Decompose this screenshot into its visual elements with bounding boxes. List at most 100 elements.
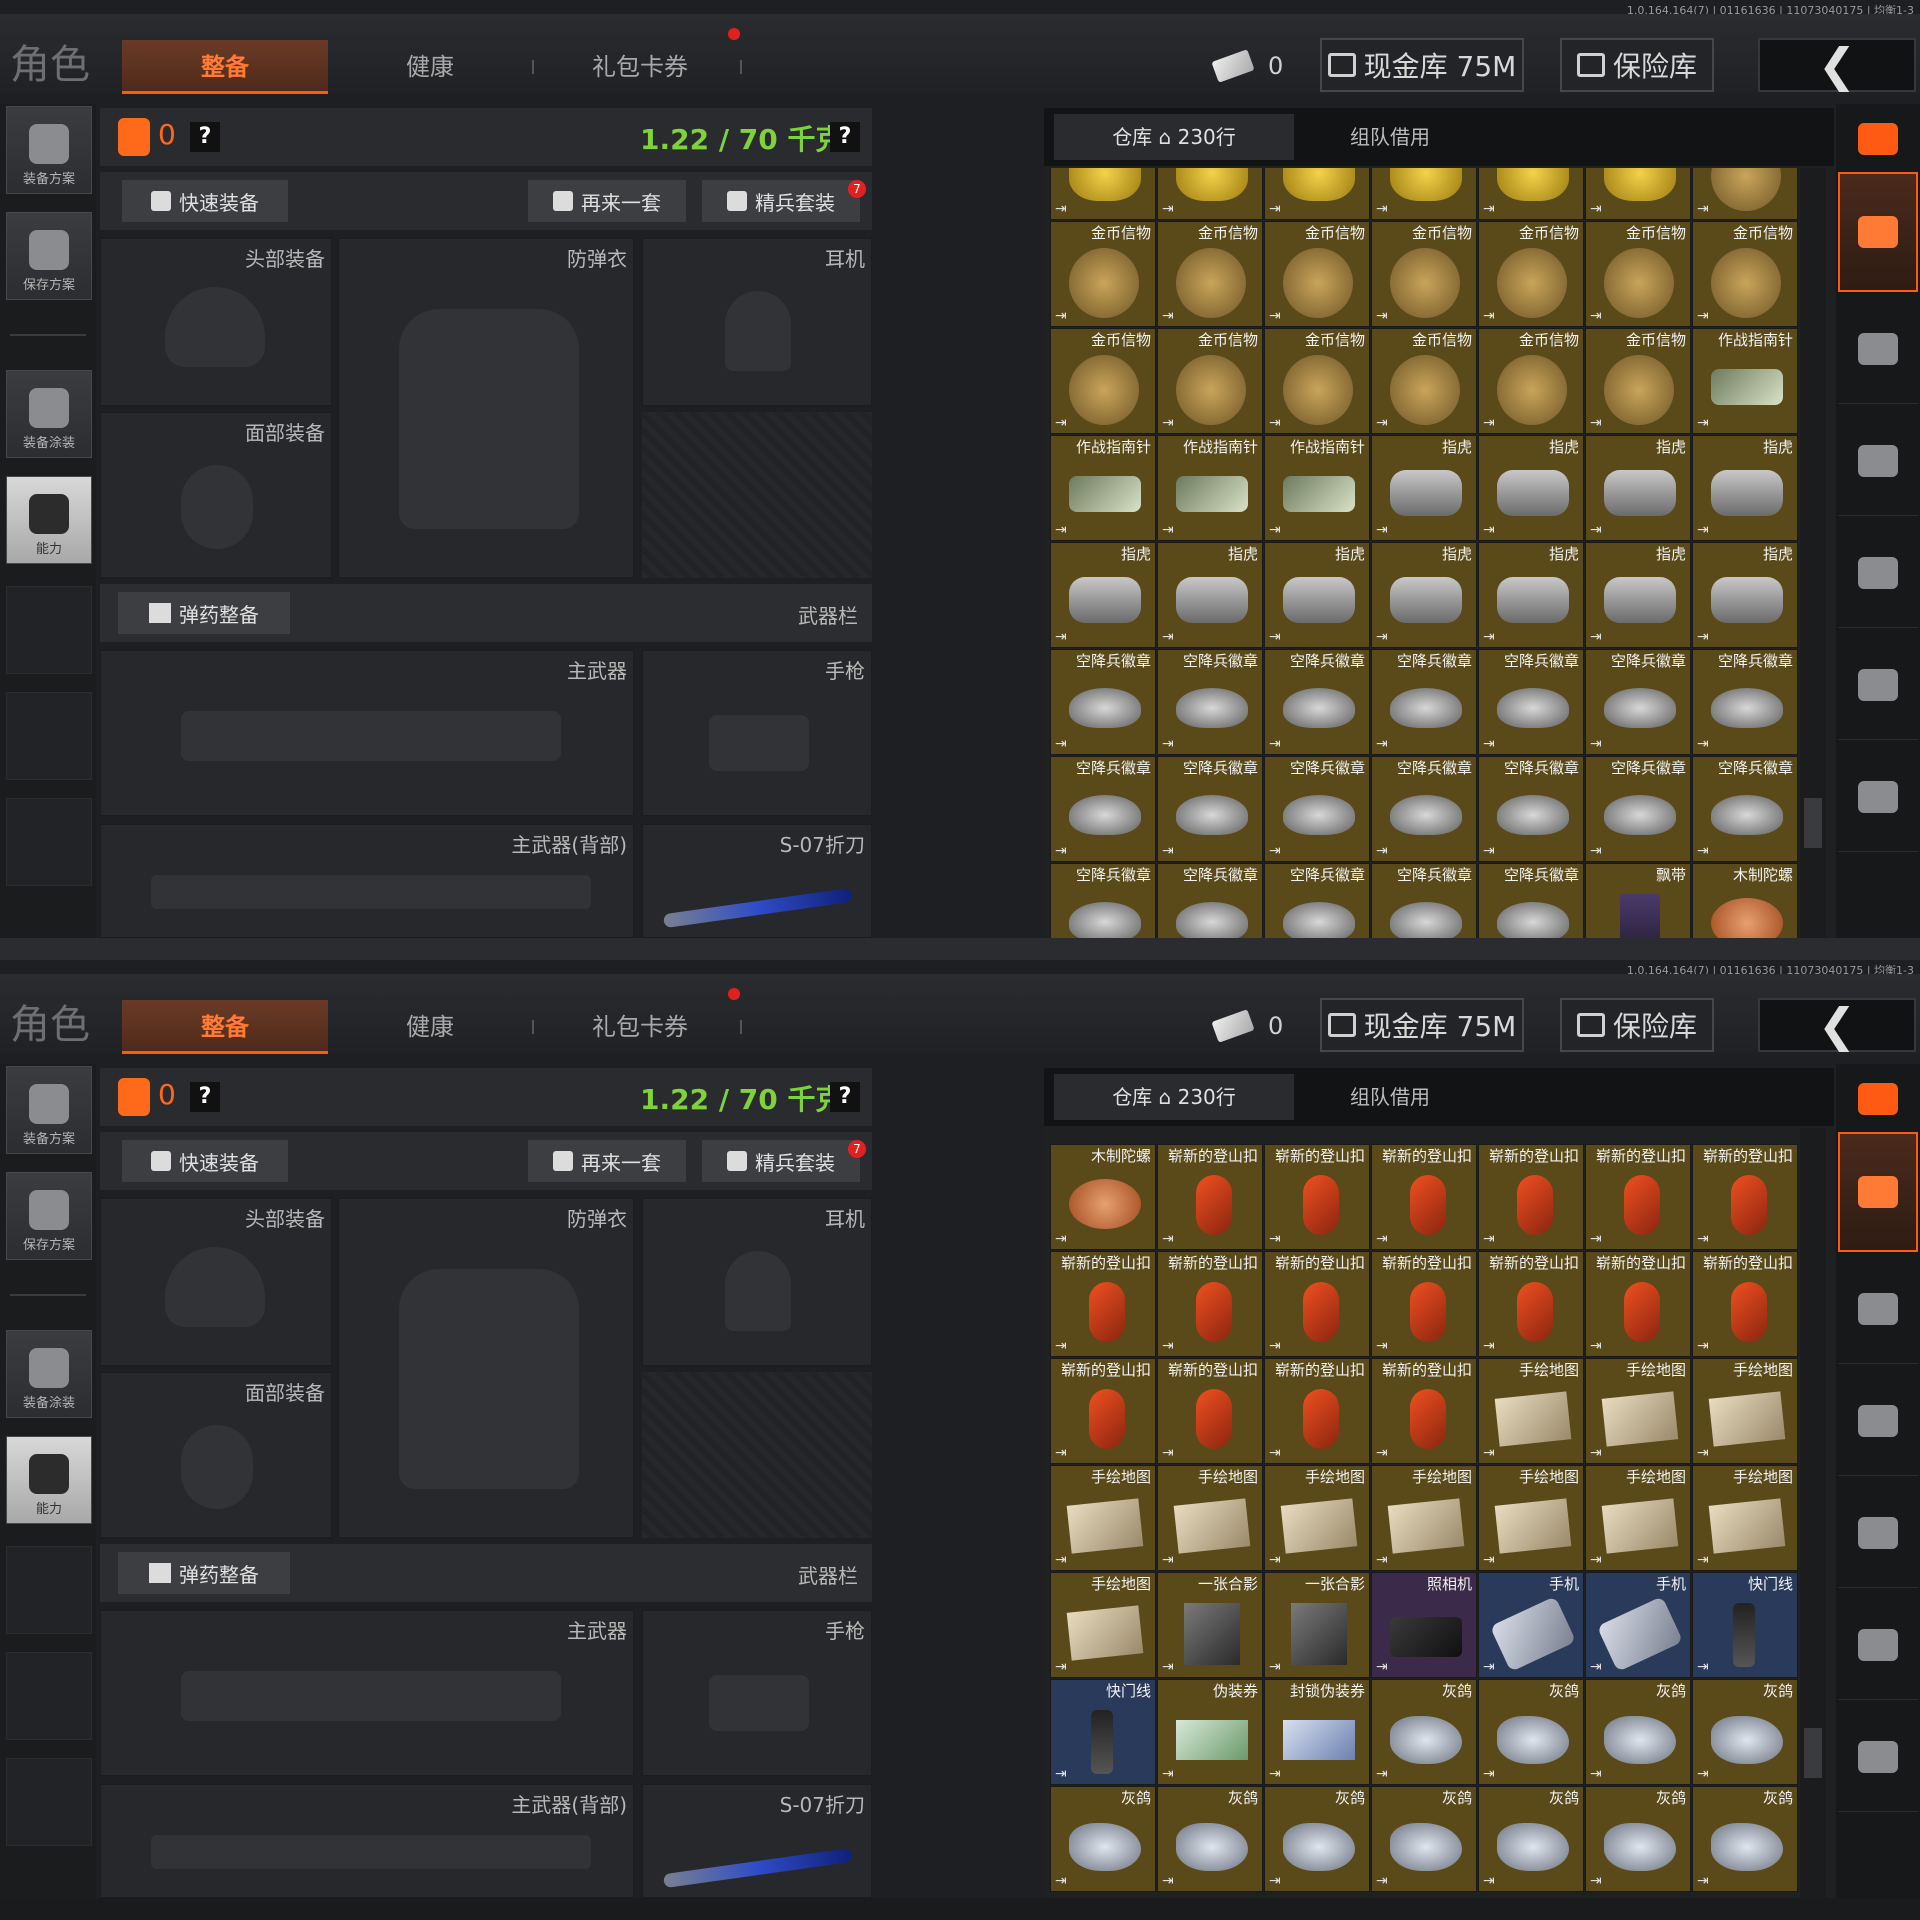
help-icon[interactable]: ? — [190, 1082, 220, 1112]
inventory-item[interactable]: 手绘地图 ⇥ — [1157, 1465, 1263, 1571]
inventory-item[interactable]: ⇥ — [1157, 168, 1263, 220]
inventory-item[interactable]: 指虎 ⇥ — [1478, 435, 1584, 541]
inventory-item[interactable]: 金币信物 ⇥ — [1050, 221, 1156, 327]
inventory-item[interactable]: 空降兵徽章 ⇥ — [1157, 649, 1263, 755]
inventory-item[interactable]: ⇥ — [1585, 168, 1691, 220]
inventory-item[interactable]: 崭新的登山扣 ⇥ — [1692, 1251, 1798, 1357]
melee-slot[interactable]: S-07折刀 — [642, 824, 872, 938]
inventory-item[interactable]: 空降兵徽章 ⇥ — [1692, 649, 1798, 755]
inventory-item[interactable]: 灰鸽 ⇥ — [1585, 1786, 1691, 1892]
face-gear-slot[interactable]: 面部装备 — [100, 1372, 332, 1538]
sidebar-item-skin[interactable]: 装备涂装 — [6, 370, 92, 458]
inventory-item[interactable]: 指虎 ⇥ — [1264, 542, 1370, 648]
vest-slot[interactable]: 防弹衣 — [338, 238, 634, 578]
inventory-item[interactable]: ⇥ — [1371, 168, 1477, 220]
inventory-item[interactable]: 灰鸽 ⇥ — [1371, 1679, 1477, 1785]
inventory-item[interactable]: 作战指南针 ⇥ — [1050, 435, 1156, 541]
inventory-item[interactable]: 金币信物 ⇥ — [1478, 328, 1584, 434]
inventory-item[interactable]: 金币信物 ⇥ — [1050, 328, 1156, 434]
inventory-item[interactable]: 金币信物 ⇥ — [1264, 221, 1370, 327]
face-gear-slot[interactable]: 面部装备 — [100, 412, 332, 578]
inventory-item[interactable]: 木制陀螺 ⇥ — [1050, 1144, 1156, 1250]
sidebar-item-ability[interactable]: 能力 — [6, 1436, 92, 1524]
inventory-item[interactable]: 作战指南针 ⇥ — [1692, 328, 1798, 434]
inventory-item[interactable]: 金币信物 ⇥ — [1478, 221, 1584, 327]
melee-slot[interactable]: S-07折刀 — [642, 1784, 872, 1898]
inventory-item[interactable]: 崭新的登山扣 ⇥ — [1585, 1144, 1691, 1250]
inventory-scrollbar[interactable] — [1800, 1128, 1826, 1898]
tab-health[interactable]: 健康 — [360, 1000, 500, 1054]
filter-vest-button[interactable] — [1838, 1702, 1918, 1812]
head-gear-slot[interactable]: 头部装备 — [100, 1198, 332, 1366]
filter-helmet-button[interactable] — [1838, 294, 1918, 404]
inventory-item[interactable]: 手绘地图 ⇥ — [1264, 1465, 1370, 1571]
tab-equip[interactable]: 整备 — [122, 1000, 328, 1054]
sidebar-item-loadout-plan[interactable]: 装备方案 — [6, 1066, 92, 1154]
inventory-item[interactable]: 崭新的登山扣 ⇥ — [1692, 1144, 1798, 1250]
sidebar-item-ability[interactable]: 能力 — [6, 476, 92, 564]
inventory-item[interactable]: 指虎 ⇥ — [1371, 435, 1477, 541]
ticket-counter[interactable]: 0 — [1211, 38, 1283, 94]
inventory-item[interactable]: 空降兵徽章 ⇥ — [1692, 756, 1798, 862]
elite-set-button[interactable]: 精兵套装 — [702, 180, 860, 222]
inventory-item[interactable]: 指虎 ⇥ — [1371, 542, 1477, 648]
sidebar-item-save-plan[interactable]: 保存方案 — [6, 212, 92, 300]
inventory-item[interactable]: 作战指南针 ⇥ — [1157, 435, 1263, 541]
inventory-item[interactable]: 手绘地图 ⇥ — [1478, 1465, 1584, 1571]
scroll-thumb[interactable] — [1804, 1728, 1822, 1778]
inventory-item[interactable]: 崭新的登山扣 ⇥ — [1050, 1358, 1156, 1464]
filter-stack-button[interactable] — [1838, 1132, 1918, 1252]
tab-gift-cards[interactable]: 礼包卡券 — [560, 1000, 720, 1054]
inventory-item[interactable]: 金币信物 ⇥ — [1585, 328, 1691, 434]
inventory-item[interactable]: 指虎 ⇥ — [1478, 542, 1584, 648]
inventory-item[interactable]: 金币信物 ⇥ — [1692, 221, 1798, 327]
inventory-item[interactable]: 照相机 ⇥ — [1371, 1572, 1477, 1678]
inventory-item[interactable]: 指虎 ⇥ — [1050, 542, 1156, 648]
inventory-item[interactable]: 灰鸽 ⇥ — [1478, 1786, 1584, 1892]
inventory-item[interactable]: 指虎 ⇥ — [1692, 542, 1798, 648]
inventory-item[interactable]: 快门线 ⇥ — [1050, 1679, 1156, 1785]
inventory-item[interactable]: 手绘地图 ⇥ — [1371, 1465, 1477, 1571]
inventory-item[interactable]: ⇥ — [1478, 168, 1584, 220]
primary-weapon-slot[interactable]: 主武器 — [100, 1610, 634, 1776]
inventory-item[interactable]: 灰鸽 ⇥ — [1050, 1786, 1156, 1892]
sidebar-item-save-plan[interactable]: 保存方案 — [6, 1172, 92, 1260]
inventory-item[interactable]: 手绘地图 ⇥ — [1050, 1572, 1156, 1678]
inventory-item[interactable]: 手机 ⇥ — [1478, 1572, 1584, 1678]
inventory-item[interactable]: 指虎 ⇥ — [1692, 435, 1798, 541]
inventory-item[interactable]: 指虎 ⇥ — [1585, 435, 1691, 541]
inventory-item[interactable]: 崭新的登山扣 ⇥ — [1264, 1358, 1370, 1464]
earphones-slot[interactable]: 耳机 — [642, 1198, 872, 1366]
inventory-item[interactable]: 崭新的登山扣 ⇥ — [1264, 1144, 1370, 1250]
weight-help-icon[interactable]: ? — [830, 122, 860, 152]
filter-bullet-button[interactable] — [1838, 1590, 1918, 1700]
filter-magazine-button[interactable] — [1838, 1478, 1918, 1588]
inventory-item[interactable]: 空降兵徽章 ⇥ — [1585, 756, 1691, 862]
inventory-item[interactable]: 灰鸽 ⇥ — [1264, 1786, 1370, 1892]
inventory-item[interactable]: 崭新的登山扣 ⇥ — [1157, 1251, 1263, 1357]
inventory-item[interactable]: 作战指南针 ⇥ — [1264, 435, 1370, 541]
inventory-item[interactable]: 崭新的登山扣 ⇥ — [1585, 1251, 1691, 1357]
filter-rifle-button[interactable] — [1838, 406, 1918, 516]
inventory-item[interactable]: ⇥ — [1050, 168, 1156, 220]
sidebar-item-loadout-plan[interactable]: 装备方案 — [6, 106, 92, 194]
inventory-item[interactable]: 一张合影 ⇥ — [1157, 1572, 1263, 1678]
help-icon[interactable]: ? — [190, 122, 220, 152]
inventory-item[interactable]: 金币信物 ⇥ — [1264, 328, 1370, 434]
inventory-item[interactable]: 指虎 ⇥ — [1585, 542, 1691, 648]
inventory-item[interactable]: 空降兵徽章 ⇥ — [1264, 756, 1370, 862]
inventory-item[interactable]: 金币信物 ⇥ — [1371, 221, 1477, 327]
inventory-item[interactable]: 崭新的登山扣 ⇥ — [1157, 1144, 1263, 1250]
back-button[interactable]: ❮ — [1758, 38, 1916, 92]
weight-help-icon[interactable]: ? — [830, 1082, 860, 1112]
inventory-item[interactable]: 灰鸽 ⇥ — [1585, 1679, 1691, 1785]
inventory-item[interactable]: 空降兵徽章 ⇥ — [1478, 649, 1584, 755]
back-weapon-slot[interactable]: 主武器(背部) — [100, 1784, 634, 1898]
back-weapon-slot[interactable]: 主武器(背部) — [100, 824, 634, 938]
inventory-item[interactable]: 崭新的登山扣 ⇥ — [1371, 1358, 1477, 1464]
inventory-item[interactable]: ⇥ — [1692, 168, 1798, 220]
inventory-item[interactable]: 空降兵徽章 ⇥ — [1478, 756, 1584, 862]
primary-weapon-slot[interactable]: 主武器 — [100, 650, 634, 816]
tab-warehouse[interactable]: 仓库 ⌂ 230行 — [1054, 114, 1294, 160]
inventory-item[interactable]: 灰鸽 ⇥ — [1692, 1786, 1798, 1892]
